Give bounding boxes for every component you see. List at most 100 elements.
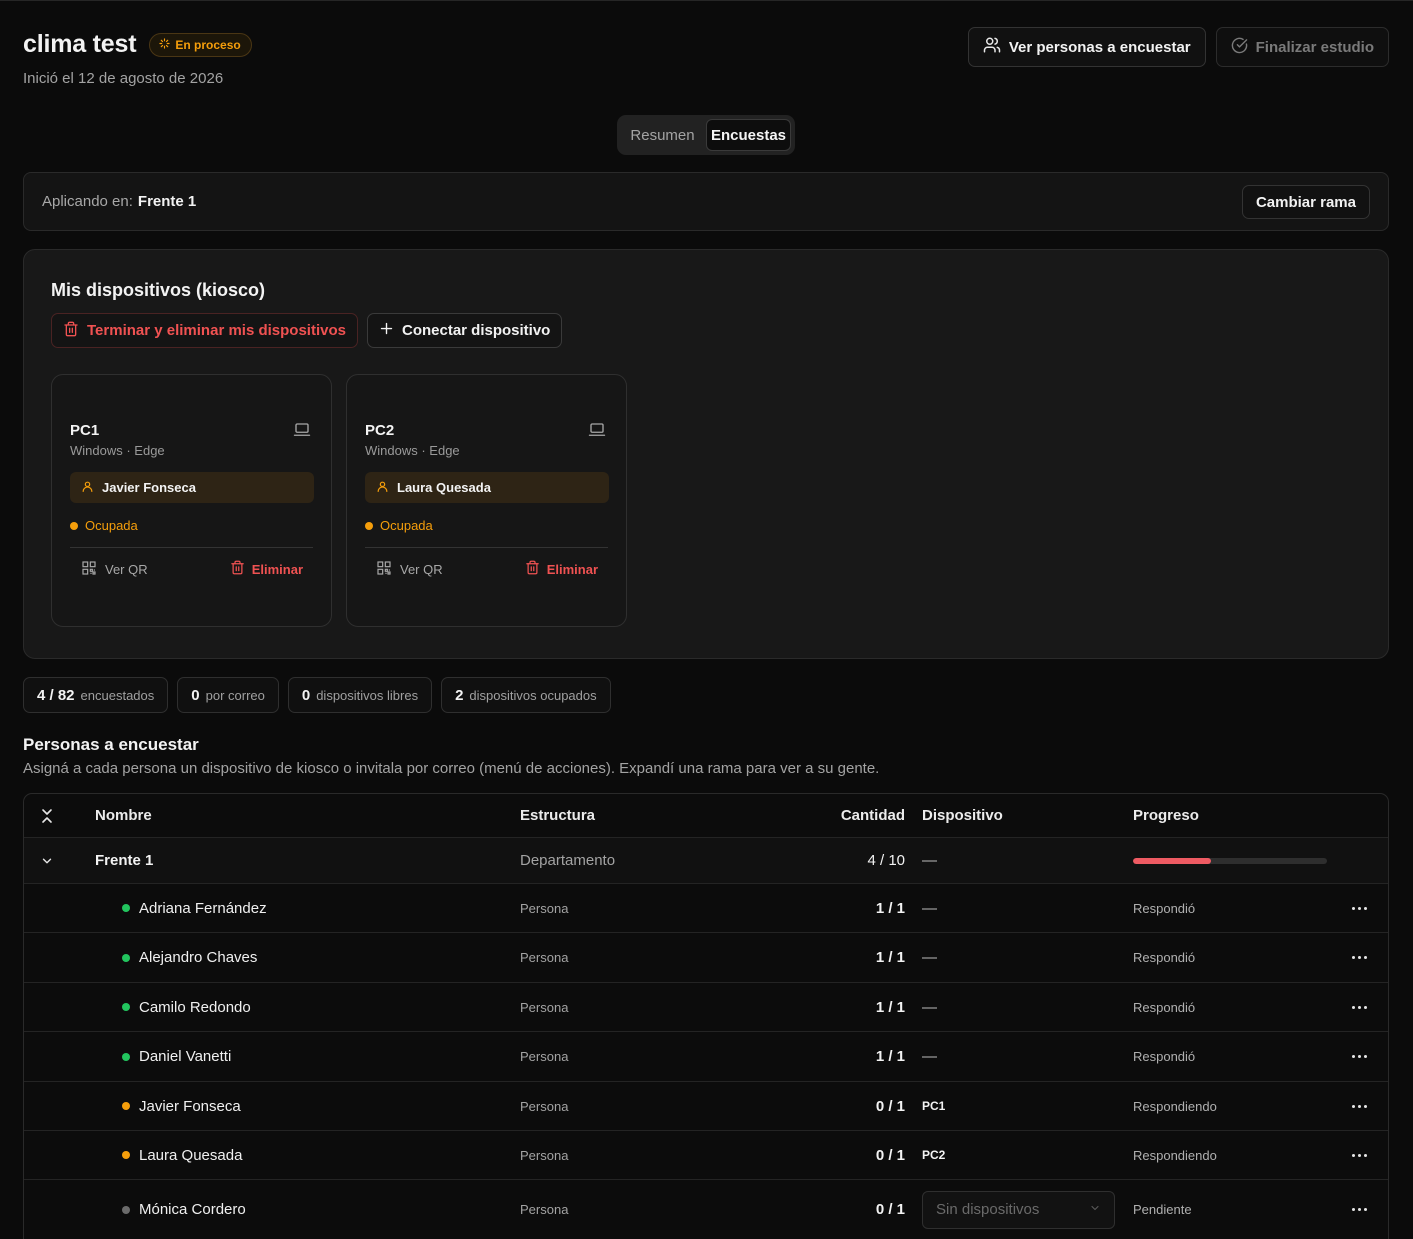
table-row[interactable]: Mónica Cordero Persona 0 / 1 Sin disposi… [24, 1180, 1388, 1239]
more-actions-icon[interactable] [1344, 884, 1374, 932]
column-header-quantity[interactable]: Cantidad [784, 794, 905, 837]
qr-code-icon [81, 560, 97, 579]
delete-device-button[interactable]: Eliminar [230, 560, 303, 578]
status-dot-icon [122, 1102, 130, 1110]
delete-device-label: Eliminar [251, 561, 303, 577]
column-header-progress[interactable]: Progreso [1133, 794, 1199, 837]
column-header-name[interactable]: Nombre [95, 794, 152, 837]
device-select[interactable]: Sin dispositivos [922, 1190, 1115, 1229]
delete-device-label: Eliminar [546, 561, 598, 577]
laptop-icon [587, 421, 607, 442]
person-device-cell: Sin dispositivos [922, 1180, 1115, 1239]
study-header: clima test En proceso Inició el 12 de ag… [23, 27, 1389, 100]
chevron-down-icon[interactable] [40, 838, 54, 883]
tab-resumen[interactable]: Resumen [621, 119, 704, 151]
person-quantity: 1 / 1 [875, 899, 905, 917]
card-divider [365, 547, 608, 548]
view-qr-button[interactable]: Ver QR [81, 560, 148, 579]
person-device: — [922, 1048, 937, 1065]
device-status-label: Ocupada [380, 518, 433, 533]
table-group-row[interactable]: Frente 1 Departamento 4 / 10 — [24, 838, 1388, 884]
table-row[interactable]: Laura Quesada Persona 0 / 1 PC2 Respondi… [24, 1131, 1388, 1180]
connect-device-button[interactable]: Conectar dispositivo [366, 313, 563, 348]
table-row[interactable]: Camilo Redondo Persona 1 / 1 — Respondió [24, 983, 1388, 1032]
person-name-cell: Mónica Cordero [122, 1180, 246, 1239]
person-progress: Pendiente [1133, 1202, 1192, 1217]
person-name-cell: Alejandro Chaves [122, 933, 257, 982]
person-name: Adriana Fernández [139, 899, 267, 917]
person-quantity: 0 / 1 [875, 1097, 905, 1115]
stat-email: 0 por correo [177, 677, 279, 713]
devices-title: Mis dispositivos (kiosco) [51, 280, 266, 300]
page-title: clima test [23, 30, 137, 58]
device-select-value: Sin dispositivos [936, 1201, 1040, 1218]
delete-device-button[interactable]: Eliminar [525, 560, 598, 578]
device-user-name: Javier Fonseca [102, 480, 196, 495]
more-actions-icon[interactable] [1344, 1131, 1374, 1179]
device-assigned-user: Laura Quesada [365, 472, 609, 503]
device-status-label: Ocupada [85, 518, 138, 533]
table-row[interactable]: Alejandro Chaves Persona 1 / 1 — Respond… [24, 933, 1388, 983]
person-structure: Persona [520, 1098, 569, 1114]
finish-study-label: Finalizar estudio [1255, 38, 1374, 56]
status-dot-icon [365, 521, 373, 530]
status-dot-icon [122, 904, 130, 912]
collapse-all-icon[interactable] [40, 794, 54, 837]
more-actions-icon[interactable] [1344, 1180, 1374, 1239]
person-name: Mónica Cordero [139, 1201, 246, 1218]
stat-surveyed: 4 / 82 encuestados [23, 677, 169, 713]
check-circle-icon [1231, 37, 1248, 58]
stat-free-devices: 0 dispositivos libres [287, 677, 433, 713]
column-header-device[interactable]: Dispositivo [922, 794, 1003, 837]
people-section-title: Personas a encuestar [23, 735, 199, 754]
more-actions-icon[interactable] [1344, 1082, 1374, 1130]
person-structure: Persona [520, 999, 569, 1015]
person-name-cell: Javier Fonseca [122, 1082, 241, 1130]
device-os: Windows · Edge [365, 443, 460, 458]
status-dot-icon [122, 1151, 130, 1159]
stats-bar: 4 / 82 encuestados 0 por correo 0 dispos… [23, 677, 611, 713]
more-actions-icon[interactable] [1344, 983, 1374, 1031]
person-device: — [922, 949, 937, 966]
more-actions-icon[interactable] [1344, 933, 1374, 982]
connect-device-label: Conectar dispositivo [401, 322, 551, 339]
study-start-date: Inició el 12 de agosto de 2026 [23, 70, 224, 87]
stat-busy-devices: 2 dispositivos ocupados [441, 677, 611, 713]
person-name: Laura Quesada [139, 1146, 243, 1164]
stat-label: encuestados [80, 687, 155, 703]
tab-encuestas[interactable]: Encuestas [706, 119, 791, 151]
change-branch-button[interactable]: Cambiar rama [1241, 185, 1370, 219]
table-row[interactable]: Daniel Vanetti Persona 1 / 1 — Respondió [24, 1032, 1388, 1082]
person-device: — [922, 899, 937, 917]
terminate-devices-button[interactable]: Terminar y eliminar mis dispositivos [51, 313, 358, 348]
qr-code-icon [376, 560, 392, 579]
table-row[interactable]: Javier Fonseca Persona 0 / 1 PC1 Respond… [24, 1082, 1388, 1131]
column-header-structure[interactable]: Estructura [520, 794, 595, 837]
person-progress: Respondiendo [1133, 1147, 1217, 1163]
stat-label: dispositivos ocupados [469, 687, 597, 703]
status-badge-label: En proceso [175, 37, 241, 52]
person-progress: Respondiendo [1133, 1098, 1217, 1114]
people-table: Nombre Estructura Cantidad Dispositivo P… [23, 793, 1389, 1239]
finish-study-button[interactable]: Finalizar estudio [1215, 27, 1389, 67]
view-tabs: Resumen Encuestas [617, 115, 795, 155]
person-device: PC1 [922, 1099, 946, 1113]
device-name: PC2 [365, 422, 395, 439]
users-icon [983, 36, 1001, 58]
plus-icon [379, 321, 394, 340]
view-qr-button[interactable]: Ver QR [376, 560, 443, 579]
loader-icon [159, 37, 170, 52]
group-device: — [922, 852, 937, 869]
person-progress: Respondió [1133, 999, 1196, 1015]
person-progress: Respondió [1133, 1049, 1196, 1064]
device-card-list: PC1 Windows · Edge Javier Fonseca Ocupad… [51, 374, 627, 627]
table-header: Nombre Estructura Cantidad Dispositivo P… [24, 794, 1388, 838]
device-name: PC1 [70, 422, 100, 439]
table-row[interactable]: Adriana Fernández Persona 1 / 1 — Respon… [24, 884, 1388, 933]
person-device: PC2 [922, 1148, 946, 1162]
view-people-button[interactable]: Ver personas a encuestar [967, 27, 1206, 67]
person-structure: Persona [520, 1202, 569, 1217]
status-dot-icon [122, 1205, 130, 1214]
device-user-name: Laura Quesada [397, 480, 491, 495]
more-actions-icon[interactable] [1344, 1032, 1374, 1081]
